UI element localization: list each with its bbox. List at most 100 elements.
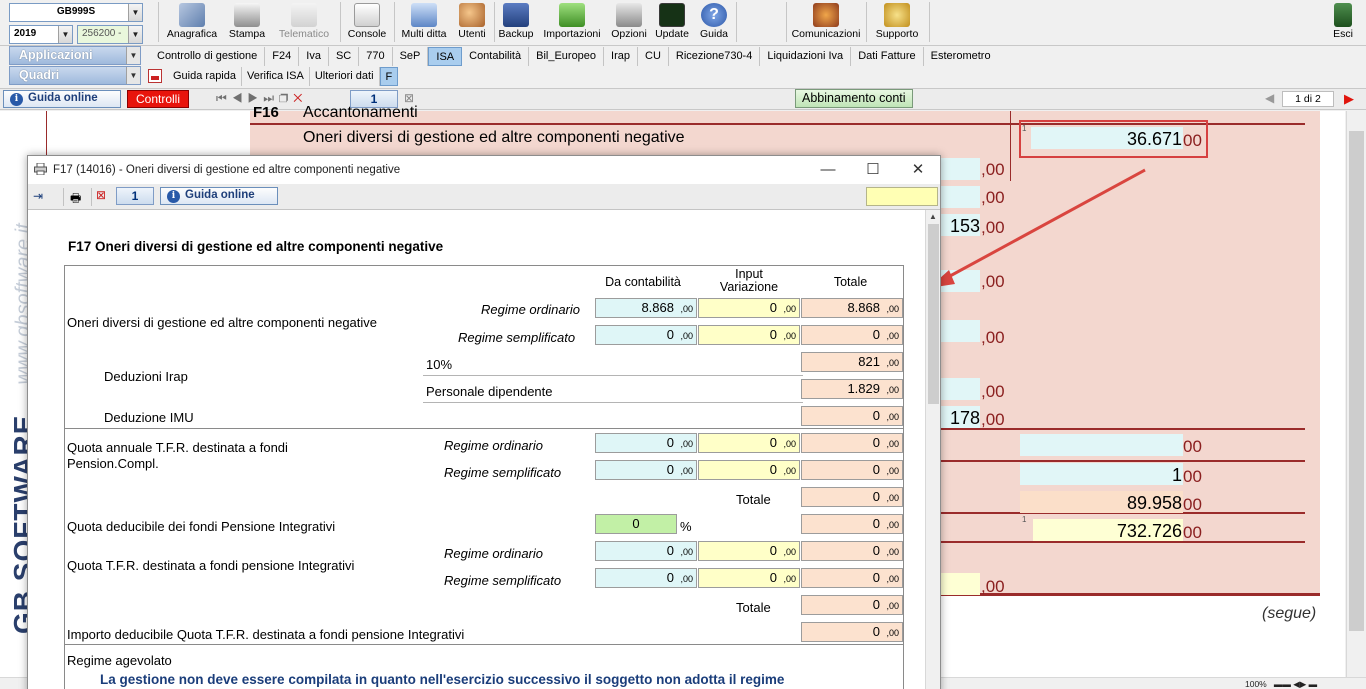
quota-tfr-ord-input[interactable]: 0,00 xyxy=(698,433,800,453)
quota-tfr-sem-totale: 0,00 xyxy=(801,460,903,480)
quota-deducibile-pct[interactable]: 0 xyxy=(595,514,677,534)
tab-iva[interactable]: Iva xyxy=(299,47,329,66)
tab-irap[interactable]: Irap xyxy=(604,47,639,66)
subtab-verifica-isa[interactable]: Verifica ISA xyxy=(242,66,310,86)
tab-isa[interactable]: ISA xyxy=(428,47,463,66)
next-sheet-icon[interactable]: ▶ xyxy=(1344,91,1354,107)
table-border xyxy=(64,265,904,266)
quota-tfr-ord-contabilita[interactable]: 0,00 xyxy=(595,433,697,453)
tab-770[interactable]: 770 xyxy=(359,47,393,66)
exit-icon[interactable]: ⇥ xyxy=(33,189,49,203)
esci-button[interactable]: Esci xyxy=(1328,2,1358,42)
tab-controllo-di-gestione[interactable]: Controllo di gestione xyxy=(150,47,266,66)
main-scrollbar[interactable] xyxy=(1346,111,1366,677)
subtab-f[interactable]: F xyxy=(379,66,399,86)
quota-tfr-int-ord-input[interactable]: 0,00 xyxy=(698,541,800,561)
subtab-ulteriori-dati[interactable]: Ulteriori dati xyxy=(310,66,380,86)
minimize-button[interactable]: — xyxy=(814,160,842,180)
tab-ricezione730-4[interactable]: Ricezione730-4 xyxy=(669,47,761,66)
row-f16-code: F16 xyxy=(253,104,279,121)
dialog-guida-online-button[interactable]: i Guida online xyxy=(160,187,278,205)
deduzioni-irap-pct-label: 10% xyxy=(426,357,453,372)
applicazioni-selector[interactable]: Applicazioni ▼ xyxy=(9,46,141,65)
bg-field[interactable] xyxy=(940,320,980,342)
dialog-scrollbar[interactable]: ▲ xyxy=(925,210,940,689)
last-page-icon[interactable]: ⏭ xyxy=(263,91,279,105)
separator xyxy=(494,2,495,42)
quadri-selector[interactable]: Quadri ▼ xyxy=(9,66,141,85)
multi-ditta-button[interactable]: Multi ditta xyxy=(397,2,451,42)
tab-f24[interactable]: F24 xyxy=(265,47,300,66)
opzioni-button[interactable]: Opzioni xyxy=(608,2,650,42)
supporto-button[interactable]: Supporto xyxy=(869,2,925,42)
oneri-sem-contabilita[interactable]: 0,00 xyxy=(595,325,697,345)
bg-field[interactable] xyxy=(940,573,980,595)
subtab-guida-rapida[interactable]: Guida rapida xyxy=(168,66,242,86)
tab-bil-europeo[interactable]: Bil_Europeo xyxy=(529,47,605,66)
bg-field[interactable] xyxy=(940,378,980,400)
telematico-button[interactable]: Telematico xyxy=(275,2,333,42)
year-combo[interactable]: 2019 ▼ xyxy=(9,25,73,44)
anagrafica-button[interactable]: Anagrafica xyxy=(163,2,221,42)
tab-dati-fatture[interactable]: Dati Fatture xyxy=(851,47,924,66)
oneri-label: Oneri diversi di gestione ed altre compo… xyxy=(67,315,378,330)
tab-sep[interactable]: SeP xyxy=(393,47,429,66)
separator xyxy=(340,2,341,42)
next-page-icon[interactable]: ▶ xyxy=(248,91,264,105)
note-marker: 1 xyxy=(1022,515,1027,524)
dialog-scrollbar-thumb[interactable] xyxy=(928,224,939,404)
dialog-guida-online-label: Guida online xyxy=(185,189,255,201)
maximize-button[interactable]: ☐ xyxy=(859,160,887,180)
oneri-ord-contabilita[interactable]: 8.868,00 xyxy=(595,298,697,318)
prev-sheet-icon[interactable]: ◀ xyxy=(1265,91,1274,105)
delete-icon[interactable]: ⊠ xyxy=(96,188,106,202)
stampa-button[interactable]: Stampa xyxy=(226,2,268,42)
prev-page-icon[interactable]: ◀ xyxy=(232,91,248,105)
close-button[interactable]: ✕ xyxy=(904,160,932,180)
dialog-page-number[interactable]: 1 xyxy=(116,187,154,205)
bg-value-178: 178 xyxy=(949,408,980,428)
quota-tfr-int-ord-contabilita[interactable]: 0,00 xyxy=(595,541,697,561)
main-scrollbar-thumb[interactable] xyxy=(1349,131,1364,631)
controlli-button[interactable]: Controlli xyxy=(127,90,189,108)
scroll-up-icon[interactable]: ▲ xyxy=(929,212,937,221)
update-button[interactable]: Update xyxy=(652,2,692,42)
tab-sc[interactable]: SC xyxy=(329,47,360,66)
oneri-regime-ordinario-label: Regime ordinario xyxy=(481,302,580,317)
tab-contabilita[interactable]: Contabilità xyxy=(462,47,530,66)
guida-button[interactable]: ? Guida xyxy=(696,2,732,42)
first-page-icon[interactable]: ⏮ xyxy=(216,91,232,105)
quota-tfr-int-sem-input[interactable]: 0,00 xyxy=(698,568,800,588)
company-combo[interactable]: GB999S ▼ xyxy=(9,3,143,22)
print-icon[interactable]: 🖶 xyxy=(70,189,81,210)
segue-label: (segue) xyxy=(1262,605,1317,622)
zoom-level: 100% ▬▬ ◀▶ ▬ xyxy=(1245,679,1318,689)
oneri-sem-input[interactable]: 0,00 xyxy=(698,325,800,345)
backup-label: Backup xyxy=(498,28,534,40)
quota-tfr-sem-input[interactable]: 0,00 xyxy=(698,460,800,480)
console-button[interactable]: Console xyxy=(344,2,390,42)
quota-tfr-int-totale-label: Totale xyxy=(736,600,771,615)
guida-online-button[interactable]: i Guida online xyxy=(3,90,121,108)
oneri-ord-input[interactable]: 0,00 xyxy=(698,298,800,318)
quota-tfr-int-sem-contabilita[interactable]: 0,00 xyxy=(595,568,697,588)
quota-tfr-sem-contabilita[interactable]: 0,00 xyxy=(595,460,697,480)
comunicazioni-button[interactable]: Comunicazioni xyxy=(790,2,862,42)
delete-icon[interactable]: ✕ xyxy=(293,91,307,105)
tab-cu[interactable]: CU xyxy=(638,47,669,66)
importazioni-button[interactable]: Importazioni xyxy=(540,2,604,42)
abbinamento-conti-button[interactable]: Abbinamento conti xyxy=(795,89,913,108)
import-arrow-icon xyxy=(559,3,585,27)
clear-icon[interactable]: ⊠ xyxy=(404,91,414,105)
utenti-button[interactable]: Utenti xyxy=(454,2,490,42)
info-icon: i xyxy=(10,93,23,106)
copy-icon[interactable]: ❐ xyxy=(279,91,293,105)
tab-esterometro[interactable]: Esterometro xyxy=(924,47,998,66)
backup-button[interactable]: Backup xyxy=(496,2,536,42)
tab-liquidazioni-iva[interactable]: Liquidazioni Iva xyxy=(760,47,852,66)
network-icon xyxy=(411,3,437,27)
pdf-icon[interactable] xyxy=(148,69,162,83)
personale-dipendente-value: 1.829,00 xyxy=(801,379,903,399)
bg-field-right[interactable] xyxy=(1020,434,1183,456)
code-combo[interactable]: 256200 - ▼ xyxy=(77,25,143,44)
